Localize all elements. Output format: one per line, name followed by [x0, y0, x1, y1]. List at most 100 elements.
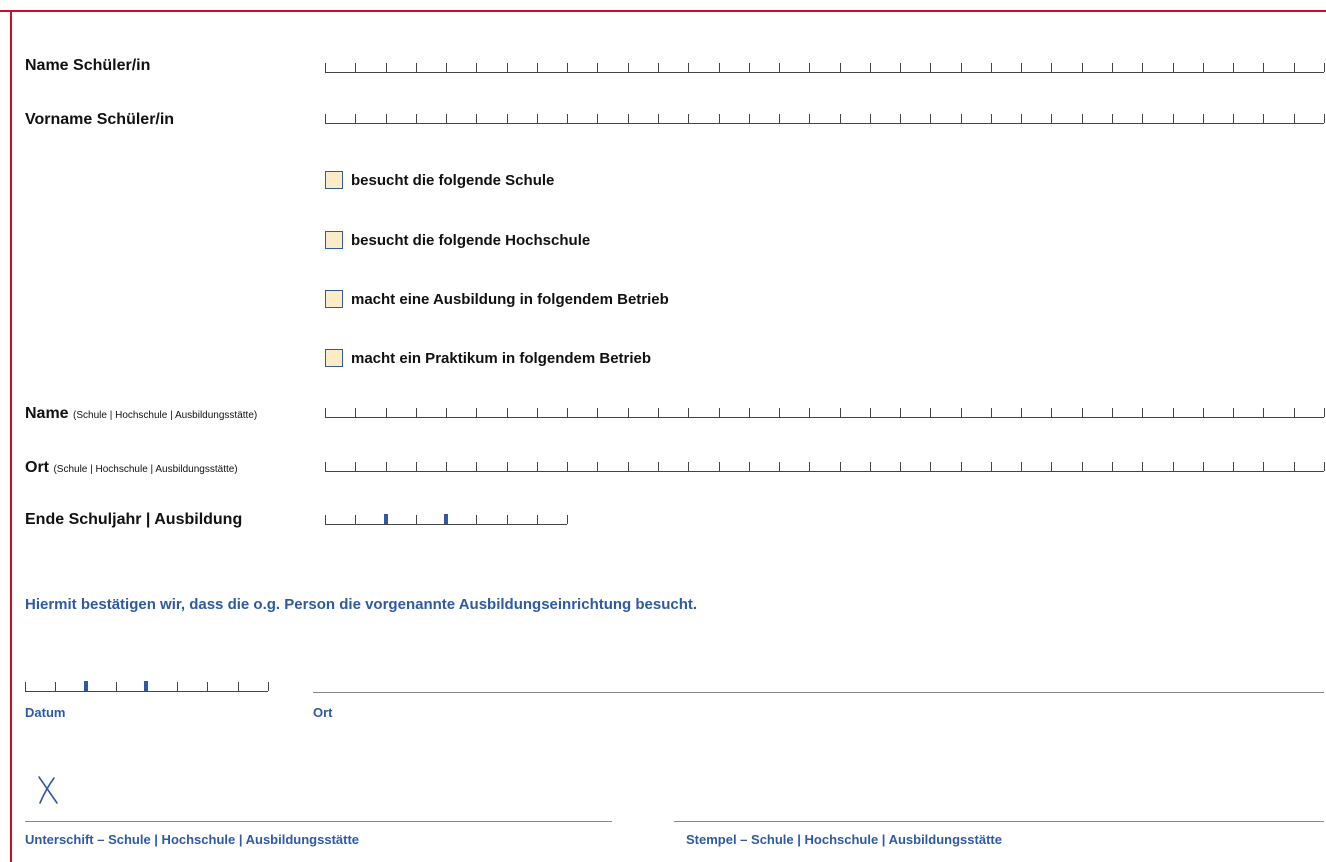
comb-tick [1323, 63, 1325, 72]
institution-ort-field[interactable] [325, 460, 1325, 472]
comb-tick [748, 63, 750, 72]
comb-tick [1202, 462, 1204, 471]
comb-tick [1021, 114, 1023, 123]
comb-tick [960, 408, 962, 417]
comb-tick [1293, 462, 1295, 471]
comb-tick [446, 462, 448, 471]
comb-tick [809, 462, 811, 471]
comb-tick [839, 114, 841, 123]
comb-tick [597, 114, 599, 123]
comb-tick [688, 408, 690, 417]
comb-tick [657, 462, 659, 471]
institution-name-field[interactable] [325, 406, 1325, 418]
comb-tick [1263, 408, 1265, 417]
comb-tick [960, 114, 962, 123]
comb-tick [718, 462, 720, 471]
comb-tick [839, 63, 841, 72]
datum-field[interactable] [25, 680, 269, 692]
comb-tick [990, 63, 992, 72]
comb-tick [657, 114, 659, 123]
comb-tick [325, 63, 326, 72]
comb-tick [930, 408, 932, 417]
comb-tick [1081, 462, 1083, 471]
comb-tick [809, 63, 811, 72]
label-institution-name-text: Name [25, 405, 69, 422]
comb-tick [1142, 462, 1144, 471]
comb-tick [325, 462, 326, 471]
option-praktikum[interactable]: macht ein Praktikum in folgendem Betrieb [325, 349, 651, 367]
comb-tick [1051, 462, 1053, 471]
comb-tick [536, 515, 538, 524]
comb-tick [325, 408, 326, 417]
comb-tick [1233, 408, 1235, 417]
comb-tick [476, 462, 478, 471]
stamp-line[interactable] [674, 821, 1324, 822]
comb-tick [627, 114, 629, 123]
comb-tick [325, 515, 326, 524]
label-vorname-schueler: Vorname Schüler/in [25, 111, 175, 128]
comb-tick [355, 63, 357, 72]
comb-tick [1081, 114, 1083, 123]
label-name-schueler: Name Schüler/in [25, 57, 151, 74]
comb-tick [1293, 114, 1295, 123]
ort-line[interactable] [313, 692, 1324, 693]
comb-tick [688, 114, 690, 123]
checkbox-schule[interactable] [325, 171, 343, 189]
signature-x-icon [38, 776, 58, 804]
comb-tick [597, 462, 599, 471]
comb-tick [536, 462, 538, 471]
label-institution-ort: Ort (Schule | Hochschule | Ausbildungsst… [25, 459, 238, 477]
comb-tick [718, 114, 720, 123]
comb-tick [657, 63, 659, 72]
option-ausbildung[interactable]: macht eine Ausbildung in folgendem Betri… [325, 290, 669, 308]
comb-tick [385, 114, 387, 123]
comb-tick [1293, 63, 1295, 72]
comb-tick [869, 114, 871, 123]
comb-tick [779, 408, 781, 417]
comb-tick [1051, 408, 1053, 417]
comb-tick [900, 63, 902, 72]
comb-tick [1142, 114, 1144, 123]
comb-tick [207, 682, 209, 691]
comb-tick [869, 408, 871, 417]
confirmation-text: Hiermit bestätigen wir, dass die o.g. Pe… [25, 596, 698, 613]
comb-tick [415, 515, 417, 524]
name-schueler-field[interactable] [325, 61, 1325, 73]
comb-tick [1172, 63, 1174, 72]
caption-datum: Datum [25, 705, 66, 720]
comb-tick [869, 462, 871, 471]
comb-tick [1112, 63, 1114, 72]
vorname-schueler-field[interactable] [325, 112, 1325, 124]
comb-tick [325, 114, 326, 123]
end-date-field[interactable] [325, 513, 568, 525]
checkbox-ausbildung[interactable] [325, 290, 343, 308]
comb-tick [476, 114, 478, 123]
comb-tick [809, 408, 811, 417]
comb-tick [960, 462, 962, 471]
comb-tick [506, 515, 508, 524]
comb-tick [839, 408, 841, 417]
comb-tick [267, 682, 269, 691]
option-schule[interactable]: besucht die folgende Schule [325, 171, 554, 189]
option-hochschule[interactable]: besucht die folgende Hochschule [325, 231, 590, 249]
comb-tick [536, 408, 538, 417]
comb-tick [116, 682, 118, 691]
comb-tick [476, 515, 478, 524]
comb-tick [688, 462, 690, 471]
comb-tick [1293, 408, 1295, 417]
comb-tick [1172, 462, 1174, 471]
comb-tick [1142, 408, 1144, 417]
comb-tick [567, 63, 569, 72]
caption-unterschrift: Unterschift – Schule | Hochschule | Ausb… [25, 832, 360, 847]
checkbox-praktikum[interactable] [325, 349, 343, 367]
frame-top-border [0, 10, 1326, 12]
comb-tick [1051, 63, 1053, 72]
comb-tick [176, 682, 178, 691]
comb-tick [25, 682, 26, 691]
comb-tick [688, 63, 690, 72]
comb-tick [567, 515, 568, 524]
signature-line[interactable] [25, 821, 612, 822]
checkbox-hochschule[interactable] [325, 231, 343, 249]
comb-tick [506, 63, 508, 72]
comb-tick [930, 462, 932, 471]
